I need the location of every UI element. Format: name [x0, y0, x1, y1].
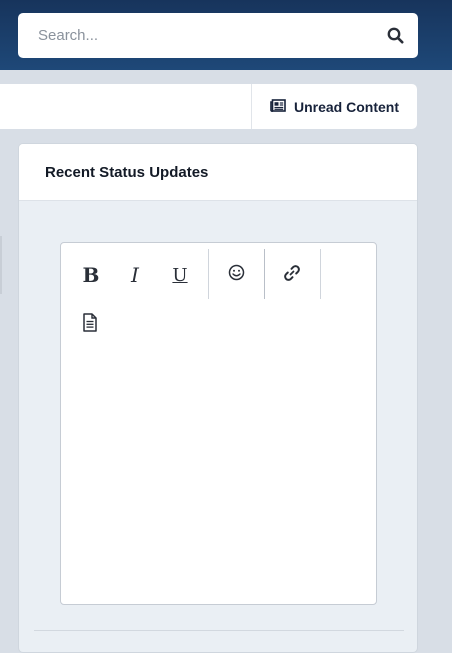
- site-header: Search...: [0, 0, 452, 70]
- nav-bar: Unread Content: [0, 84, 417, 129]
- link-icon: [283, 264, 301, 287]
- search-placeholder: Search...: [38, 27, 99, 44]
- document-icon: [82, 313, 98, 337]
- widget-header: Recent Status Updates: [19, 144, 417, 201]
- italic-button[interactable]: I: [115, 255, 155, 295]
- underline-button[interactable]: U: [160, 255, 200, 295]
- search-input[interactable]: Search...: [18, 13, 418, 58]
- bold-button[interactable]: B: [71, 255, 111, 295]
- unread-content-label: Unread Content: [294, 98, 399, 115]
- toolbar-separator: [320, 249, 321, 299]
- unread-content-link[interactable]: Unread Content: [252, 84, 417, 129]
- newspaper-icon: [270, 98, 286, 115]
- source-button[interactable]: [70, 305, 110, 345]
- status-editor[interactable]: B I U: [60, 242, 377, 605]
- link-button[interactable]: [272, 255, 312, 295]
- widget-divider: [34, 630, 404, 631]
- emoji-button[interactable]: [216, 255, 256, 295]
- smiley-icon: [228, 264, 245, 286]
- toolbar-separator: [264, 249, 265, 299]
- search-icon[interactable]: [386, 27, 404, 45]
- side-panel-edge: [0, 236, 2, 294]
- toolbar-separator: [208, 249, 209, 299]
- widget-title: Recent Status Updates: [45, 163, 209, 181]
- status-updates-widget: Recent Status Updates B I U: [18, 143, 418, 653]
